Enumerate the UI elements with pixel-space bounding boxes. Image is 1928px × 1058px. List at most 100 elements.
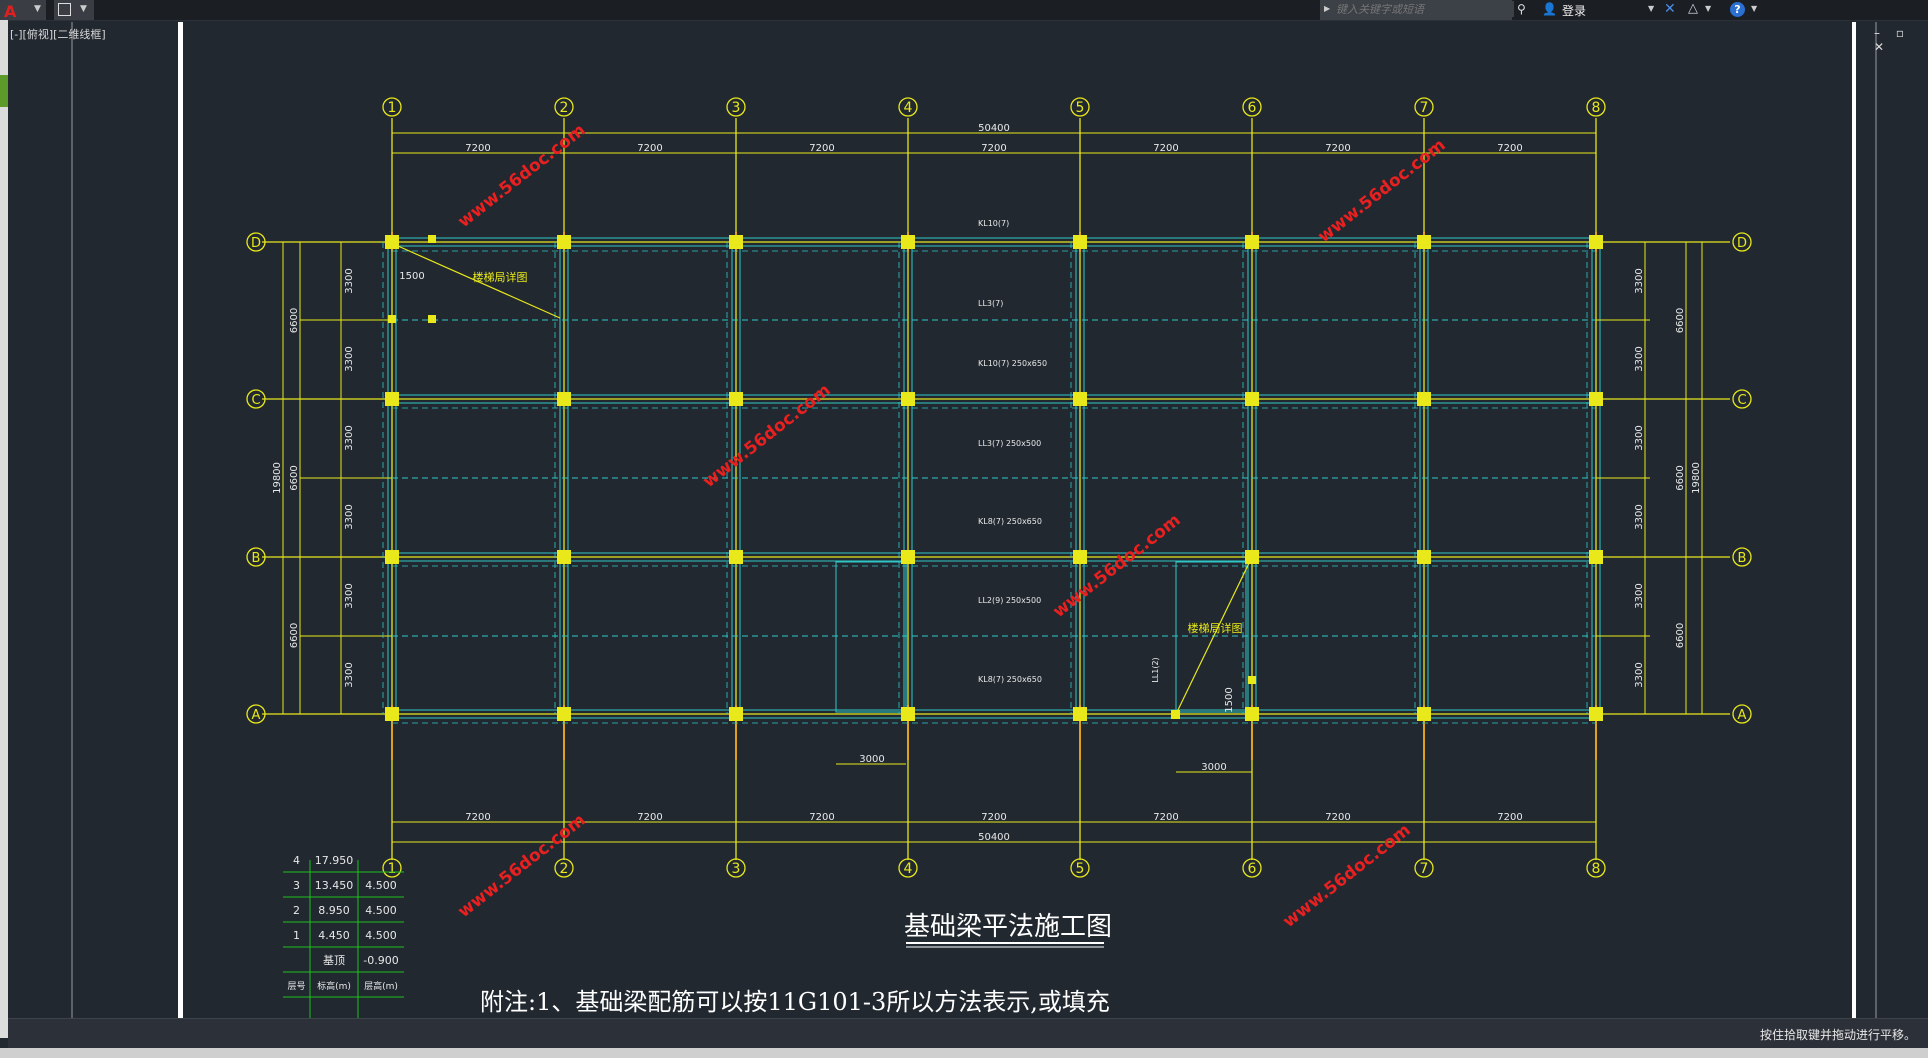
beam-label: LL1(2)	[1151, 657, 1160, 682]
frame-right-border	[1852, 22, 1856, 1018]
dimension-text: 3300	[344, 346, 355, 371]
dimension-text: 3000	[1201, 762, 1226, 773]
column-square	[1073, 550, 1087, 564]
dimension-text: 6600	[1675, 308, 1686, 333]
dimension-text: 7200	[1325, 143, 1350, 154]
search-input[interactable]	[1334, 1, 1514, 17]
beam-label: KL10(7) 250x650	[978, 359, 1047, 368]
column-square	[1073, 707, 1087, 721]
column-square	[1245, 707, 1259, 721]
table-cell: 层高(m)	[364, 980, 398, 992]
grid-bubble-label: 4	[904, 100, 913, 116]
green-side-tab[interactable]	[0, 75, 8, 107]
chevron-down-icon[interactable]: ▼	[1751, 4, 1757, 13]
grid-bubble-label: 1	[388, 861, 397, 877]
column-square	[385, 707, 399, 721]
column-square	[729, 235, 743, 249]
dimension-text: 3300	[1634, 583, 1645, 608]
quick-access-toolbar[interactable]: ▼	[54, 0, 94, 20]
column-square	[557, 235, 571, 249]
column-square	[385, 550, 399, 564]
grid-bubble-label: 7	[1420, 100, 1429, 116]
grid-bubble-label: D	[1737, 236, 1747, 251]
app-menu-button[interactable]: A ▼	[0, 0, 46, 21]
dimension-text: 19800	[1691, 462, 1702, 494]
status-text: 按住拾取键并拖动进行平移。	[1759, 1028, 1916, 1042]
dimension-text: 7200	[1153, 812, 1178, 823]
beam-label: LL3(7) 250x500	[978, 439, 1041, 448]
column-square	[729, 707, 743, 721]
watermark: www.56doc.com	[699, 380, 834, 492]
column-square	[901, 235, 915, 249]
room-outline	[835, 561, 907, 713]
autocad-logo-icon: A	[4, 2, 17, 21]
help-icon[interactable]: ?	[1730, 2, 1745, 17]
chevron-down-icon[interactable]: ▼	[80, 4, 87, 14]
column-square	[385, 392, 399, 406]
table-cell: 4.500	[365, 879, 397, 892]
table-cell: 17.950	[315, 854, 354, 867]
grid-bubble-label: A	[1738, 708, 1747, 723]
column-square	[901, 707, 915, 721]
dimension-text: 6600	[289, 623, 300, 648]
dimension-text: 6600	[1675, 623, 1686, 648]
column-square	[729, 392, 743, 406]
viewport-controls[interactable]: [-][俯视][二维线框]	[10, 26, 106, 42]
watermark: www.56doc.com	[454, 810, 589, 922]
autodesk-a360-icon[interactable]: △	[1688, 1, 1698, 16]
grid-bubble-label: 6	[1248, 100, 1257, 116]
dimension-text: 3300	[344, 662, 355, 687]
grid-bubble-label: 8	[1592, 861, 1601, 877]
column-square	[428, 315, 436, 323]
column-square	[1589, 392, 1603, 406]
stair-label: 楼梯局详图	[473, 270, 528, 284]
column-square	[1417, 392, 1431, 406]
beam-label: KL10(7)	[978, 219, 1009, 228]
user-icon[interactable]: 👤	[1542, 2, 1557, 16]
grid-bubble-label: C	[1737, 393, 1746, 408]
dimension-text: 3300	[344, 425, 355, 450]
dimension-text: 50400	[978, 832, 1010, 843]
column-square	[901, 392, 915, 406]
column-square	[1589, 235, 1603, 249]
chevron-right-icon[interactable]: ▶	[1324, 4, 1330, 13]
column-square	[1589, 550, 1603, 564]
table-cell: 1	[293, 929, 300, 942]
column-square	[729, 550, 743, 564]
grid-bubble-label: 6	[1248, 861, 1257, 877]
frame-left-border	[178, 22, 183, 1018]
room-outline	[1175, 561, 1247, 713]
dimension-text: 7200	[1153, 143, 1178, 154]
save-icon[interactable]	[58, 3, 71, 16]
grid-bubble-label: 4	[904, 861, 913, 877]
table-cell: 4.500	[365, 929, 397, 942]
table-cell: 3	[293, 879, 300, 892]
column-square	[1417, 235, 1431, 249]
drawing-canvas[interactable]: 1 1 2 2 3 3 4 4 5 5 6 6 7 7 8 8 D D C C B B A A 50400 7200 7200 720…	[8, 20, 1928, 1018]
dimension-text: 7200	[809, 143, 834, 154]
table-cell: -0.900	[363, 954, 398, 967]
grid-bubble-label: 1	[388, 100, 397, 116]
grid-bubble-label: 8	[1592, 100, 1601, 116]
watermark: www.56doc.com	[454, 120, 589, 232]
table-cell: 层号	[287, 981, 305, 992]
dimension-text: 1500	[399, 271, 424, 282]
table-cell: 标高(m)	[317, 980, 351, 992]
chevron-down-icon[interactable]: ▼	[1648, 4, 1654, 13]
column-square	[557, 392, 571, 406]
drawing-note: 附注:1、基础梁配筋可以按11G101-3所以方法表示,或填充	[480, 988, 1110, 1016]
table-cell: 2	[293, 904, 300, 917]
dimension-text: 7200	[1497, 812, 1522, 823]
exchange-icon[interactable]: ✕	[1664, 1, 1676, 17]
dimension-text: 3300	[1634, 346, 1645, 371]
table-cell: 4	[293, 854, 300, 867]
drawing-title: 基础梁平法施工图	[904, 912, 1112, 942]
dimension-text: 7200	[981, 812, 1006, 823]
chevron-down-icon[interactable]: ▼	[1705, 4, 1711, 13]
login-button[interactable]: 登录	[1562, 2, 1586, 19]
binoculars-icon[interactable]: ⚲	[1517, 2, 1526, 16]
level-table: 4 17.950 3 13.450 4.500 2 8.950 4.500 1 4.450 4.50…	[283, 854, 404, 1018]
window-controls[interactable]: – ▫ ✕	[1874, 26, 1928, 54]
column-square	[901, 550, 915, 564]
grid-bubble-label: B	[1738, 551, 1747, 566]
